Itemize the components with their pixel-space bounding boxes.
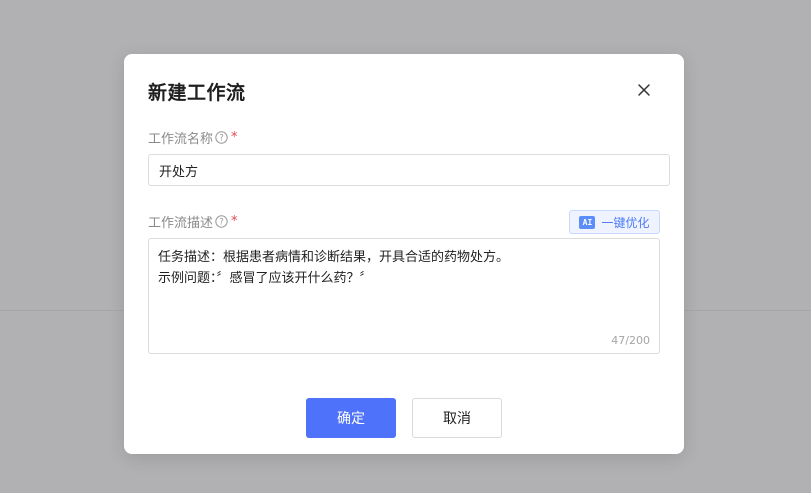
workflow-name-label-text: 工作流名称 <box>148 132 214 147</box>
ai-icon: AI <box>579 215 596 229</box>
workflow-description-textarea[interactable]: 任务描述：根据患者病情和诊断结果，开具合适的药物处方。 示例问题：〞感冒了应该开… <box>148 238 660 354</box>
svg-text:?: ? <box>219 134 224 144</box>
required-mark: * <box>231 130 238 145</box>
close-icon <box>638 84 650 96</box>
workflow-description-label-text: 工作流描述 <box>148 216 214 231</box>
close-button[interactable] <box>632 78 656 102</box>
workflow-description-label: 工作流描述 ? * <box>148 212 238 231</box>
dialog-title: 新建工作流 <box>148 82 246 104</box>
new-workflow-dialog: 新建工作流 工作流名称 ? * 工作流描述 ? * AI 一键优化 任务描 <box>124 54 684 454</box>
ai-optimize-button[interactable]: AI 一键优化 <box>569 210 660 234</box>
ai-optimize-label: 一键优化 <box>601 215 650 230</box>
cancel-button[interactable]: 取消 <box>412 398 502 438</box>
workflow-description-text: 任务描述：根据患者病情和诊断结果，开具合适的药物处方。 示例问题：〞感冒了应该开… <box>158 250 510 286</box>
help-icon[interactable]: ? <box>215 131 228 144</box>
workflow-name-label: 工作流名称 ? * <box>148 128 238 147</box>
character-counter: 47/200 <box>611 334 650 347</box>
help-icon[interactable]: ? <box>215 215 228 228</box>
svg-text:?: ? <box>219 218 224 228</box>
required-mark: * <box>231 214 238 229</box>
workflow-name-input[interactable] <box>148 154 670 186</box>
confirm-button[interactable]: 确定 <box>306 398 396 438</box>
